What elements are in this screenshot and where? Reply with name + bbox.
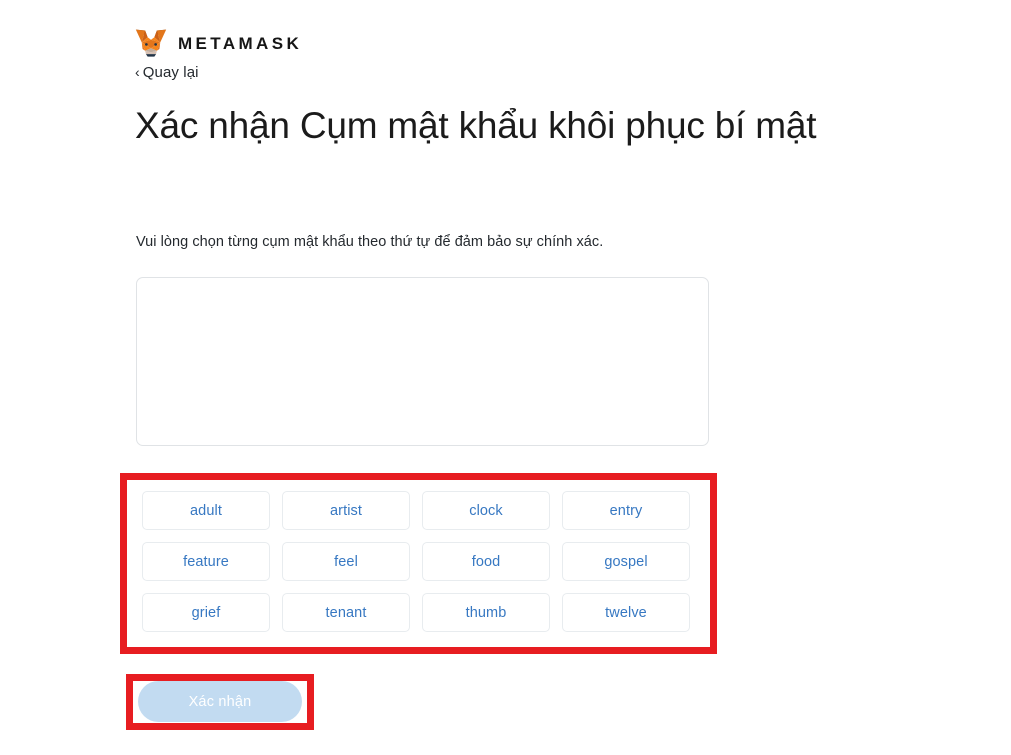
word-bank-grid: adult artist clock entry feature feel fo… [142,491,692,632]
chevron-left-icon: ‹ [135,63,140,80]
word-chip[interactable]: thumb [422,593,550,632]
word-chip[interactable]: tenant [282,593,410,632]
back-link[interactable]: ‹ Quay lại [135,64,199,81]
word-chip[interactable]: twelve [562,593,690,632]
word-chip[interactable]: entry [562,491,690,530]
page-title: Xác nhận Cụm mật khẩu khôi phục bí mật [135,105,817,146]
word-chip[interactable]: grief [142,593,270,632]
metamask-fox-icon [135,29,167,57]
metamask-onboarding-page: METAMASK ‹ Quay lại Xác nhận Cụm mật khẩ… [0,0,1011,755]
page-subtitle: Vui lòng chọn từng cụm mật khẩu theo thứ… [136,234,604,250]
seed-phrase-dropzone[interactable] [136,277,709,446]
word-chip[interactable]: gospel [562,542,690,581]
brand-header: METAMASK [134,28,302,60]
metamask-wordmark: METAMASK [178,34,303,53]
word-chip[interactable]: feature [142,542,270,581]
word-chip[interactable]: clock [422,491,550,530]
back-link-label: Quay lại [142,64,199,81]
word-chip[interactable]: feel [282,542,410,581]
confirm-button[interactable]: Xác nhận [138,681,302,722]
word-chip[interactable]: food [422,542,550,581]
word-chip[interactable]: adult [142,491,270,530]
word-chip[interactable]: artist [282,491,410,530]
